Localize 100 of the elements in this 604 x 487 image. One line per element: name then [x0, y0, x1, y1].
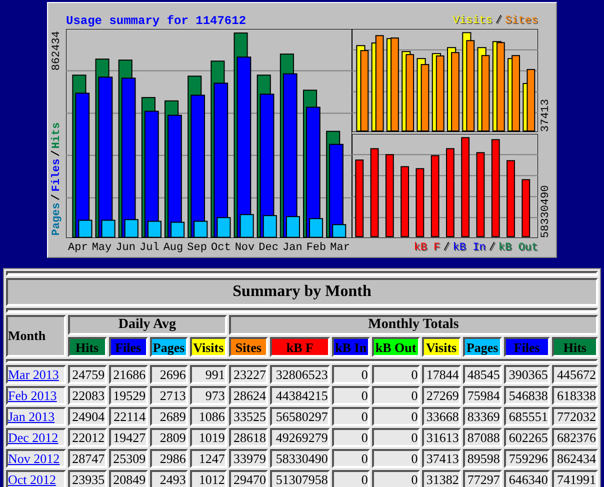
kb-f-bar	[416, 168, 424, 238]
table-cell: 0	[332, 470, 370, 487]
column-header: Visits	[422, 337, 461, 357]
table-cell: 89598	[462, 449, 502, 468]
table-cell: 27269	[422, 386, 461, 405]
table-cell: 31613	[422, 428, 461, 447]
column-header: kB F	[270, 337, 330, 357]
table-cell: 51307958	[270, 470, 330, 487]
table-cell: 22083	[68, 386, 107, 405]
table-cell: 32806523	[270, 365, 330, 384]
table-cell: 973	[190, 386, 227, 405]
month-label: Oct	[210, 242, 232, 254]
column-header: Pages	[150, 337, 188, 357]
legend-separator: /	[488, 242, 496, 254]
legend-label: kB In	[452, 242, 486, 254]
legend-label: Sites	[504, 16, 538, 27]
kb-f-bar	[522, 179, 530, 238]
table-cell: 1019	[190, 428, 227, 447]
group-header: Daily Avg	[68, 315, 227, 335]
axis-max-label: 58330490	[541, 184, 552, 238]
table-cell: 37413	[422, 449, 461, 468]
table-cell: 17844	[422, 365, 461, 384]
group-header: Monthly Totals	[228, 315, 598, 335]
month-label: Aug	[162, 242, 184, 254]
table-cell: 21686	[108, 365, 148, 384]
table-cell: 0	[332, 449, 370, 468]
month-label: Feb	[305, 242, 328, 254]
table-cell: 602265	[504, 428, 550, 447]
legend-label: Visits	[452, 16, 492, 27]
table-cell: 759296	[504, 449, 550, 468]
table-cell: 20849	[108, 470, 148, 487]
table-cell: 1247	[190, 449, 227, 468]
legend-separator: /	[52, 194, 63, 201]
table-cell: 991	[190, 365, 227, 384]
table-cell: 44384215	[270, 386, 330, 405]
table-cell: 0	[372, 449, 420, 468]
column-header: Hits	[68, 337, 107, 357]
table-cell: 0	[372, 407, 420, 426]
table-cell: 772032	[552, 407, 598, 426]
table-cell: 0	[372, 365, 420, 384]
table-cell: 48545	[462, 365, 502, 384]
table-cell: 741991	[552, 470, 598, 487]
month-label: Jul	[138, 242, 160, 254]
table-cell: 646340	[504, 470, 550, 487]
table-cell: 19529	[108, 386, 148, 405]
table-cell: 24759	[68, 365, 107, 384]
table-cell: 862434	[552, 449, 598, 468]
legend-separator: /	[495, 16, 502, 27]
table-cell: 2986	[150, 449, 188, 468]
month-label: Sep	[186, 242, 208, 254]
table-cell: 49269279	[270, 428, 330, 447]
month-label: Mar	[329, 242, 351, 254]
table-cell: 2696	[150, 365, 188, 384]
table-cell: 0	[372, 386, 420, 405]
table-cell: 28624	[228, 386, 268, 405]
column-header: Visits	[190, 337, 227, 357]
table-cell: 22012	[68, 428, 107, 447]
legend-label: Pages	[52, 202, 63, 236]
table-cell: 29470	[228, 470, 268, 487]
table-cell: 83369	[462, 407, 502, 426]
table-cell: 2689	[150, 407, 188, 426]
table-cell: 0	[332, 407, 370, 426]
table-cell: 33668	[422, 407, 461, 426]
table-title: Summary by Month	[6, 278, 598, 306]
table-cell: 87088	[462, 428, 502, 447]
column-header: Hits	[552, 337, 598, 357]
table-cell: 24904	[68, 407, 107, 426]
table-cell: 22114	[108, 407, 148, 426]
legend-separator: /	[443, 242, 450, 254]
month-label: May	[90, 242, 113, 254]
legend-label: kB Out	[498, 242, 538, 254]
table-cell: 2809	[150, 428, 188, 447]
table-cell: 33525	[228, 407, 268, 426]
table-cell: 75984	[462, 386, 502, 405]
month-label: Jan	[282, 242, 304, 254]
month-label: Nov	[234, 242, 256, 254]
month-label: Jun	[114, 242, 136, 254]
column-header: kB In	[332, 337, 370, 357]
table-cell: 28618	[228, 428, 268, 447]
table-cell: 56580297	[270, 407, 330, 426]
table-cell: 0	[372, 428, 420, 447]
chart-title: Usage summary for 1147612	[66, 15, 246, 27]
table-cell: 33979	[228, 449, 268, 468]
table-cell: 2713	[150, 386, 188, 405]
table-cell: 1012	[190, 470, 227, 487]
table-cell: 685551	[504, 407, 550, 426]
table-cell: 23227	[228, 365, 268, 384]
table-cell: 682376	[552, 428, 598, 447]
table-cell: 23935	[68, 470, 107, 487]
legend-label: Files	[52, 159, 63, 192]
legend-label: Hits	[52, 122, 63, 149]
table-cell: 25309	[108, 449, 148, 468]
legend-label: kB F	[414, 242, 440, 254]
table-cell: 77297	[462, 470, 502, 487]
column-header: Pages	[462, 337, 502, 357]
table-cell: 28747	[68, 449, 107, 468]
table-cell: 0	[332, 365, 370, 384]
column-header: kB Out	[372, 337, 420, 357]
table-cell: 58330490	[270, 449, 330, 468]
month-label: Apr	[67, 242, 89, 254]
